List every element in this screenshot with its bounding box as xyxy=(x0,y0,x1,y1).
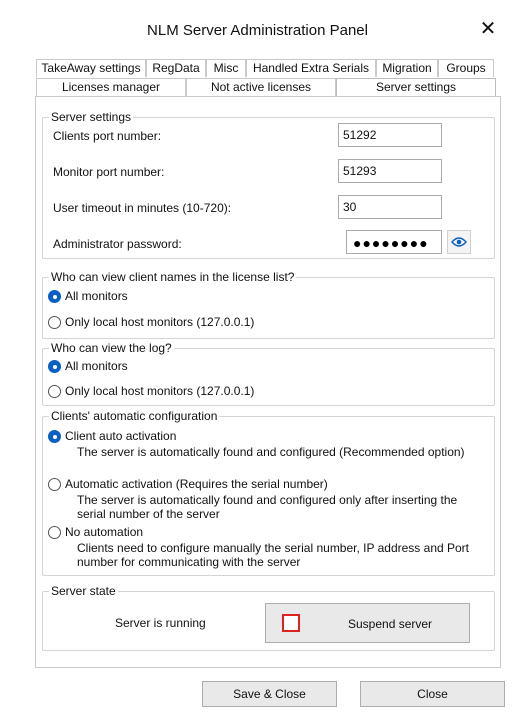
log-view-all-radio[interactable] xyxy=(48,360,61,373)
auto-config-legend: Clients' automatic configuration xyxy=(49,409,220,423)
tab-regdata[interactable]: RegData xyxy=(146,59,206,77)
user-timeout-label: User timeout in minutes (10-720): xyxy=(53,201,232,215)
client-names-all-radio[interactable] xyxy=(48,290,61,303)
tab-handled-extra-serials[interactable]: Handled Extra Serials xyxy=(246,59,376,77)
tab-not-active-licenses[interactable]: Not active licenses xyxy=(186,78,336,96)
serial-activation-desc: The server is automatically found and co… xyxy=(77,493,458,521)
client-names-legend: Who can view client names in the license… xyxy=(49,270,297,284)
no-automation-radio[interactable] xyxy=(48,526,61,539)
no-automation-desc: Clients need to configure manually the s… xyxy=(77,541,470,569)
eye-icon xyxy=(451,237,467,247)
close-button[interactable]: Close xyxy=(360,681,505,707)
server-settings-legend: Server settings xyxy=(49,110,134,124)
tab-takeaway-settings[interactable]: TakeAway settings xyxy=(36,59,146,77)
auto-activation-radio[interactable] xyxy=(48,430,61,443)
log-view-local-label[interactable]: Only local host monitors (127.0.0.1) xyxy=(65,384,254,398)
client-names-local-label[interactable]: Only local host monitors (127.0.0.1) xyxy=(65,315,254,329)
log-view-group: Who can view the log? All monitors Only … xyxy=(42,341,495,406)
title-bar: NLM Server Administration Panel ✕ xyxy=(0,0,515,46)
server-status-text: Server is running xyxy=(115,616,206,630)
save-close-button[interactable]: Save & Close xyxy=(202,681,337,707)
server-state-legend: Server state xyxy=(49,584,118,598)
suspend-server-label: Suspend server xyxy=(348,617,433,631)
tab-licenses-manager[interactable]: Licenses manager xyxy=(36,78,186,96)
close-icon[interactable]: ✕ xyxy=(477,18,499,40)
monitor-port-label: Monitor port number: xyxy=(53,165,165,179)
serial-activation-radio[interactable] xyxy=(48,478,61,491)
tab-migration[interactable]: Migration xyxy=(376,59,438,77)
server-state-group: Server state Server is running Suspend s… xyxy=(42,584,495,651)
show-password-button[interactable] xyxy=(447,230,471,254)
admin-panel-window: NLM Server Administration Panel ✕ TakeAw… xyxy=(0,0,515,717)
client-names-all-label[interactable]: All monitors xyxy=(65,289,128,303)
admin-password-label: Administrator password: xyxy=(53,237,182,251)
window-title: NLM Server Administration Panel xyxy=(147,22,368,39)
serial-activation-label[interactable]: Automatic activation (Requires the seria… xyxy=(65,477,328,491)
client-names-group: Who can view client names in the license… xyxy=(42,270,495,339)
tab-groups[interactable]: Groups xyxy=(438,59,494,77)
suspend-checkbox-icon xyxy=(282,614,300,632)
client-names-local-radio[interactable] xyxy=(48,316,61,329)
tab-misc[interactable]: Misc xyxy=(206,59,246,77)
suspend-server-button[interactable]: Suspend server xyxy=(265,603,470,643)
server-settings-group: Server settings Clients port number: Mon… xyxy=(42,110,495,259)
user-timeout-input[interactable] xyxy=(338,195,442,219)
tab-server-settings[interactable]: Server settings xyxy=(336,78,496,96)
admin-password-input[interactable]: ●●●●●●●● xyxy=(346,230,442,254)
password-mask: ●●●●●●●● xyxy=(353,235,429,251)
log-view-all-label[interactable]: All monitors xyxy=(65,359,128,373)
clients-port-input[interactable] xyxy=(338,123,442,147)
server-settings-panel: Server settings Clients port number: Mon… xyxy=(35,96,501,668)
log-view-legend: Who can view the log? xyxy=(49,341,174,355)
no-automation-label[interactable]: No automation xyxy=(65,525,143,539)
log-view-local-radio[interactable] xyxy=(48,385,61,398)
clients-port-label: Clients port number: xyxy=(53,129,162,143)
auto-config-group: Clients' automatic configuration Client … xyxy=(42,409,495,576)
auto-activation-desc: The server is automatically found and co… xyxy=(77,445,465,459)
auto-activation-label[interactable]: Client auto activation xyxy=(65,429,176,443)
monitor-port-input[interactable] xyxy=(338,159,442,183)
